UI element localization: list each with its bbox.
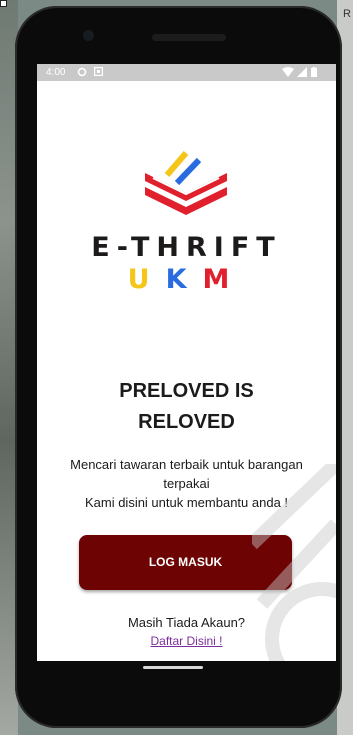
headline: PRELOVED IS RELOVED xyxy=(37,376,336,438)
front-camera xyxy=(83,30,94,41)
window-corner-handle xyxy=(0,0,7,7)
headline-line1: PRELOVED IS xyxy=(119,380,254,402)
earpiece-speaker xyxy=(152,34,226,41)
watermark-graphic xyxy=(247,458,336,661)
wifi-icon xyxy=(282,67,294,79)
signal-icon xyxy=(297,67,307,79)
location-icon xyxy=(77,67,87,79)
background-corner-glyph: R xyxy=(343,8,351,20)
brand-letter-u: U xyxy=(127,264,166,295)
headline-line2: RELOVED xyxy=(138,411,235,433)
status-time: 4:00 xyxy=(46,67,66,78)
home-gesture-bar[interactable] xyxy=(143,666,203,669)
notification-icon xyxy=(93,66,104,78)
brand-subtitle: UKM xyxy=(37,264,336,295)
brand-letter-k: K xyxy=(165,264,203,295)
status-bar: 4:00 xyxy=(37,64,336,81)
brand-name: E-THRIFT xyxy=(91,232,282,263)
brand-logo-icon xyxy=(141,147,231,222)
brand-letter-m: M xyxy=(202,264,246,295)
app-screen: 4:00 E-THRIFT UKM PRELOVED IS RELOVED Me… xyxy=(37,64,336,661)
battery-icon xyxy=(311,67,317,79)
